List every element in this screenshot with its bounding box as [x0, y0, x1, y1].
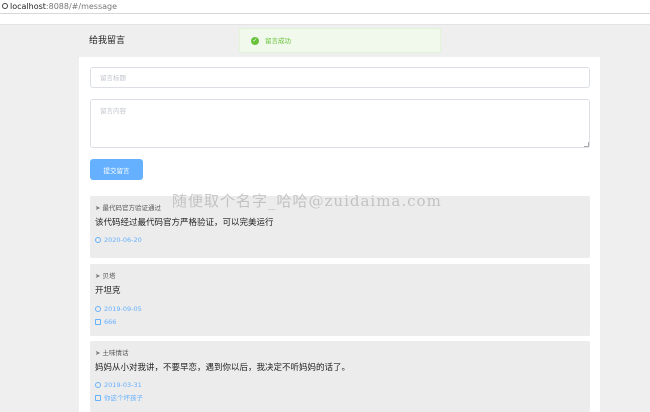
chat-icon — [95, 395, 101, 401]
title-input[interactable] — [90, 67, 590, 88]
message-date: 2019-09-05 — [95, 305, 142, 314]
reply-text: 666 — [104, 318, 117, 326]
toast-message: 留言成功 — [265, 37, 291, 45]
date-text: 2019-03-31 — [104, 381, 142, 389]
date-text: 2019-09-05 — [104, 305, 142, 313]
send-icon: ➤ — [95, 349, 101, 357]
message-author: ➤ 土味情话 — [95, 349, 128, 358]
chat-icon — [95, 319, 101, 325]
top-strip — [0, 14, 650, 25]
clock-icon — [95, 237, 101, 243]
page-title: 给我留言 — [89, 36, 126, 46]
content-textarea[interactable] — [90, 99, 590, 148]
author-name: 贝塔 — [102, 272, 116, 280]
message-date: 2019-03-31 — [95, 381, 142, 390]
author-name: 土味情话 — [102, 349, 129, 357]
send-icon: ➤ — [95, 204, 101, 212]
message-item: ➤ 土味情话 妈妈从小对我讲，不要早恋，遇到你以后，我决定不听妈妈的话了。 201… — [90, 341, 590, 412]
message-item: ➤ 贝塔 开坦克 2019-09-05 666 — [90, 264, 590, 336]
submit-button[interactable]: 提交留言 — [90, 159, 143, 180]
message-reply: 你这个坏孩子 — [95, 394, 143, 403]
date-text: 2020-06-20 — [104, 236, 142, 244]
message-item: ➤ 最代码官方验证通过 该代码经过最代码官方严格验证，可以完美运行 2020-06… — [90, 196, 590, 258]
send-icon: ➤ — [95, 272, 101, 280]
clock-icon — [95, 306, 101, 312]
url-text[interactable]: localhost:8088/#/message — [10, 1, 117, 12]
success-toast: ✓ 留言成功 — [239, 28, 441, 53]
check-circle-icon: ✓ — [251, 37, 259, 45]
message-card: 提交留言 ➤最代码官方验证通过 该代码经过最代码官方严格验证，可以完美运行 20… — [79, 57, 600, 412]
message-author: ➤ 最代码官方验证通过 — [95, 204, 161, 213]
message-content: 妈妈从小对我讲，不要早恋，遇到你以后，我决定不听妈妈的话了。 — [95, 363, 351, 373]
message-date: 2020-06-20 — [95, 236, 142, 245]
clock-icon — [95, 382, 101, 388]
reply-text: 你这个坏孩子 — [104, 394, 143, 402]
author-name: 最代码官方验证通过 — [102, 204, 161, 212]
url-path: :8088/#/message — [45, 2, 118, 11]
globe-icon — [2, 3, 8, 9]
message-content: 开坦克 — [95, 286, 121, 296]
address-bar[interactable]: localhost:8088/#/message — [0, 0, 650, 14]
url-host: localhost — [10, 2, 46, 11]
message-author: ➤ 贝塔 — [95, 272, 115, 281]
message-content: 该代码经过最代码官方严格验证，可以完美运行 — [95, 218, 274, 228]
message-reply: 666 — [95, 318, 116, 327]
